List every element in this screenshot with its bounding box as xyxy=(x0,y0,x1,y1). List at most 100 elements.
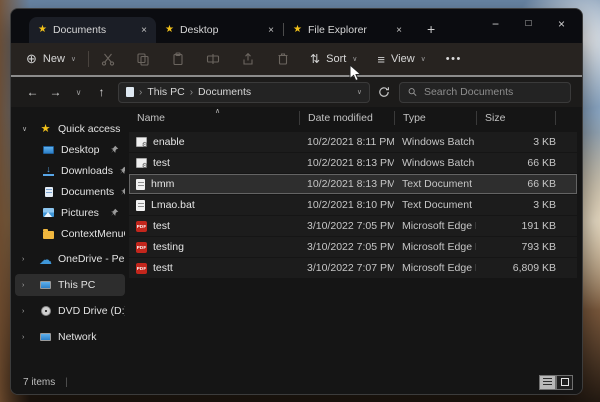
new-tab-button[interactable]: + xyxy=(427,21,435,37)
view-label: View xyxy=(391,53,415,65)
paste-icon[interactable] xyxy=(171,52,185,66)
chevron-down-icon[interactable]: ∨ xyxy=(22,125,27,133)
chevron-right-icon[interactable]: › xyxy=(22,334,24,341)
sidebar-item-desktop[interactable]: Desktop xyxy=(15,139,125,160)
back-button[interactable]: ← xyxy=(21,85,44,99)
location-icon xyxy=(126,87,134,97)
sidebar-item-documents[interactable]: Documents xyxy=(15,181,125,202)
chevron-right-icon[interactable]: › xyxy=(22,308,24,315)
refresh-button[interactable] xyxy=(378,86,390,98)
address-row: ← → ∨ ↑ › This PC › Documents ∨ xyxy=(11,77,582,107)
breadcrumb-this-pc[interactable]: This PC xyxy=(147,86,184,98)
file-name: hmm xyxy=(151,178,174,190)
table-row-selected[interactable]: hmm 10/2/2021 8:13 PM Text Document 66 K… xyxy=(129,174,577,194)
copy-icon[interactable] xyxy=(136,52,150,66)
close-button[interactable]: × xyxy=(545,12,578,35)
folder-star-icon: ★ xyxy=(293,25,302,35)
column-header-type[interactable]: Type xyxy=(394,111,476,125)
column-header-date-modified[interactable]: Date modified xyxy=(299,111,394,125)
file-name: testt xyxy=(153,262,173,274)
dvd-drive-icon xyxy=(39,305,52,317)
file-date: 3/10/2022 7:07 PM xyxy=(299,262,394,274)
delete-icon[interactable] xyxy=(276,52,290,66)
share-icon[interactable] xyxy=(241,52,255,66)
chevron-down-icon: ∨ xyxy=(352,55,357,63)
pin-icon xyxy=(120,187,125,196)
file-size: 66 KB xyxy=(476,157,556,169)
table-row[interactable]: test 10/2/2021 8:13 PM Windows Batch Fil… xyxy=(129,153,577,173)
batch-file-icon xyxy=(136,137,147,147)
tab-close-icon[interactable]: × xyxy=(141,25,147,36)
breadcrumb-documents[interactable]: Documents xyxy=(198,86,251,98)
tab-bar: ★ Documents × ★ Desktop × ★ File Explore… xyxy=(11,9,582,43)
sidebar-item-this-pc[interactable]: › This PC xyxy=(15,274,125,296)
folder-star-icon: ★ xyxy=(38,25,47,35)
file-name: testing xyxy=(153,241,184,253)
file-explorer-window: ★ Documents × ★ Desktop × ★ File Explore… xyxy=(10,8,583,395)
sidebar-item-label: ContextMenuCust xyxy=(61,228,125,240)
column-header-name[interactable]: Name xyxy=(129,111,299,125)
sidebar-item-dvd-drive[interactable]: › DVD Drive (D:) CCCO xyxy=(15,300,125,322)
table-row[interactable]: enable 10/2/2021 8:11 PM Windows Batch F… xyxy=(129,132,577,152)
tab-label: File Explorer xyxy=(308,24,367,36)
sidebar-item-onedrive[interactable]: › ☁ OneDrive - Personal xyxy=(15,248,125,270)
main-content: ∨ ★ Quick access Desktop ↓ Downloads Doc… xyxy=(11,107,582,370)
address-dropdown-icon[interactable]: ∨ xyxy=(357,88,362,96)
file-type: Microsoft Edge P... xyxy=(394,220,476,232)
maximize-button[interactable]: □ xyxy=(512,12,545,35)
table-row[interactable]: testing 3/10/2022 7:05 PM Microsoft Edge… xyxy=(129,237,577,257)
search-box[interactable] xyxy=(399,82,571,103)
details-view-button[interactable] xyxy=(539,375,556,390)
large-icons-view-button[interactable] xyxy=(556,375,573,390)
sidebar-item-quick-access[interactable]: ∨ ★ Quick access xyxy=(15,118,125,139)
tab-close-icon[interactable]: × xyxy=(396,25,402,36)
table-row[interactable]: Lmao.bat 10/2/2021 8:10 PM Text Document… xyxy=(129,195,577,215)
view-button[interactable]: ≡ View ∨ xyxy=(377,52,425,67)
tab-label: Desktop xyxy=(180,24,219,36)
file-name: enable xyxy=(153,136,185,148)
sidebar-item-contextmenucust[interactable]: ContextMenuCust xyxy=(15,223,125,244)
chevron-down-icon: ∨ xyxy=(421,55,426,63)
see-more-button[interactable]: ••• xyxy=(446,53,462,65)
quick-access-star-icon: ★ xyxy=(39,123,52,135)
column-header-size[interactable]: Size xyxy=(476,111,556,125)
file-type: Text Document xyxy=(394,178,476,190)
file-size: 66 KB xyxy=(476,178,556,190)
rename-icon[interactable] xyxy=(206,52,220,66)
cut-icon[interactable] xyxy=(101,52,115,66)
file-size: 191 KB xyxy=(476,220,556,232)
up-button[interactable]: ↑ xyxy=(90,85,113,99)
chevron-right-icon[interactable]: › xyxy=(22,256,24,263)
tab-file-explorer[interactable]: ★ File Explorer × xyxy=(284,17,411,43)
search-input[interactable] xyxy=(424,86,562,98)
minimize-button[interactable]: − xyxy=(479,12,512,35)
tab-desktop[interactable]: ★ Desktop × xyxy=(156,17,283,43)
file-name: Lmao.bat xyxy=(151,199,195,211)
column-headers: Name Date modified Type Size ∧ xyxy=(129,107,577,129)
file-size: 3 KB xyxy=(476,199,556,211)
file-size: 3 KB xyxy=(476,136,556,148)
table-row[interactable]: test 3/10/2022 7:05 PM Microsoft Edge P.… xyxy=(129,216,577,236)
forward-button[interactable]: → xyxy=(44,85,67,99)
tab-documents[interactable]: ★ Documents × xyxy=(29,17,156,43)
sidebar-item-pictures[interactable]: Pictures xyxy=(15,202,125,223)
breadcrumb-bar[interactable]: › This PC › Documents ∨ xyxy=(118,82,370,103)
mouse-cursor xyxy=(349,64,363,84)
chevron-right-icon[interactable]: › xyxy=(22,282,24,289)
pin-icon xyxy=(119,166,125,175)
sidebar-item-label: This PC xyxy=(58,279,95,291)
table-row[interactable]: testt 3/10/2022 7:07 PM Microsoft Edge P… xyxy=(129,258,577,278)
recent-locations-button[interactable]: ∨ xyxy=(67,88,90,97)
documents-icon xyxy=(42,186,55,198)
sidebar-item-label: Quick access xyxy=(58,123,120,135)
sidebar-item-downloads[interactable]: ↓ Downloads xyxy=(15,160,125,181)
tab-close-icon[interactable]: × xyxy=(268,25,274,36)
view-lines-icon: ≡ xyxy=(377,52,385,67)
file-type: Windows Batch File xyxy=(394,157,476,169)
sort-label: Sort xyxy=(326,53,346,65)
new-button[interactable]: ⊕ New ∨ xyxy=(26,51,76,67)
onedrive-cloud-icon: ☁ xyxy=(39,253,52,265)
sidebar-item-label: Network xyxy=(58,331,97,343)
sidebar-item-network[interactable]: › Network xyxy=(15,326,125,348)
sidebar-item-label: Pictures xyxy=(61,207,99,219)
